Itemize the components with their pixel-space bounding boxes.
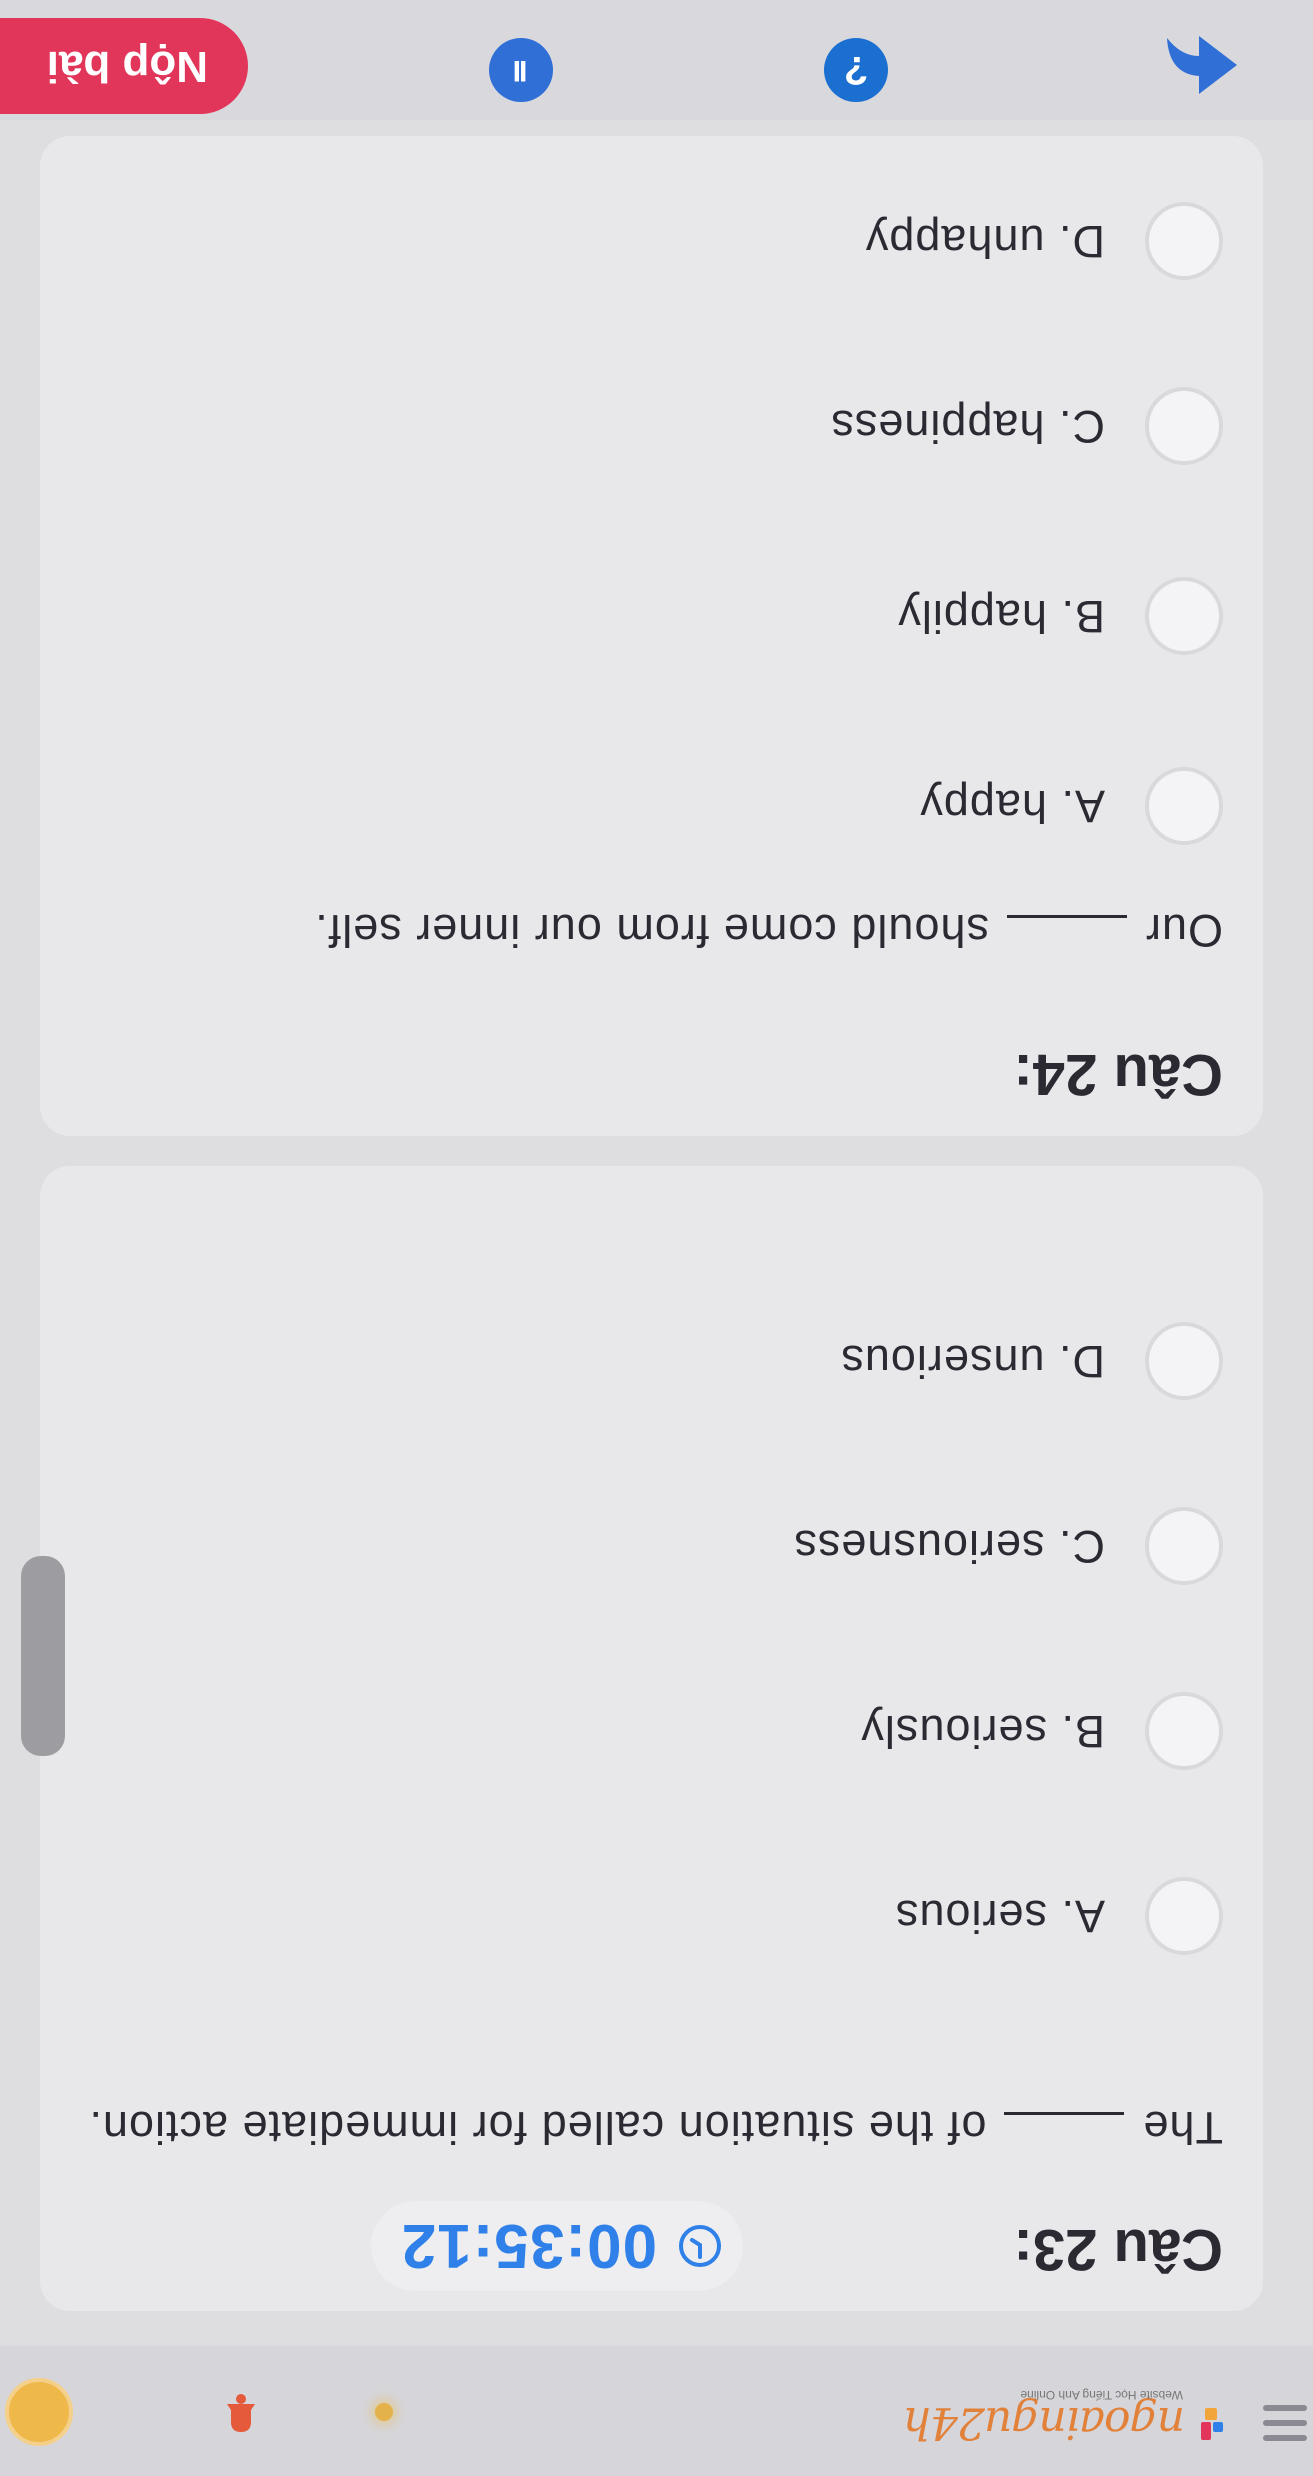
option-label: A. happy xyxy=(919,781,1105,832)
question-text-after: should come from our inner self. xyxy=(314,905,989,956)
option-d[interactable]: D. unserious xyxy=(840,1321,1223,1401)
timer: 00:35:12 xyxy=(370,2201,743,2291)
option-c[interactable]: C. seriousness xyxy=(793,1506,1223,1586)
bottom-toolbar: ? II Nộp bài xyxy=(0,0,1313,120)
hamburger-icon[interactable] xyxy=(1263,2397,1307,2441)
radio-button[interactable] xyxy=(1145,1507,1223,1585)
question-title: Câu 23: xyxy=(1013,2217,1223,2282)
option-label: D. unhappy xyxy=(864,216,1105,267)
radio-button[interactable] xyxy=(1145,202,1223,280)
option-a[interactable]: A. happy xyxy=(919,766,1223,846)
bell-icon[interactable] xyxy=(221,2392,261,2438)
answer-blank xyxy=(1004,2112,1125,2145)
option-label: C. seriousness xyxy=(793,1521,1105,1572)
scrollbar-thumb[interactable] xyxy=(21,1556,65,1756)
question-text-before: Our xyxy=(1144,905,1223,956)
option-label: C. happiness xyxy=(830,401,1105,452)
option-b[interactable]: B. happily xyxy=(897,576,1223,656)
radio-button[interactable] xyxy=(1145,1322,1223,1400)
back-arrow-icon[interactable] xyxy=(1163,30,1243,100)
question-text-after: of the situation called for immediate ac… xyxy=(88,2102,987,2153)
radio-button[interactable] xyxy=(1145,1877,1223,1955)
help-button[interactable]: ? xyxy=(824,38,888,102)
option-label: B. happily xyxy=(897,591,1105,642)
radio-button[interactable] xyxy=(1145,577,1223,655)
sun-dot xyxy=(375,2403,393,2421)
timer-value: 00:35:12 xyxy=(400,2211,657,2281)
clock-icon xyxy=(679,2225,721,2267)
radio-button[interactable] xyxy=(1145,1692,1223,1770)
logo-subtitle: Website Học Tiếng Anh Online xyxy=(1020,2388,1183,2402)
question-text: The of the situation called for immediate… xyxy=(63,2091,1223,2163)
question-card-24: Câu 24: Our should come from our inner se… xyxy=(40,136,1263,1136)
logo-mark-icon xyxy=(1195,2400,1223,2440)
quiz-screen: ngoaingu24h Website Học Tiếng Anh Online… xyxy=(0,0,1313,2476)
radio-button[interactable] xyxy=(1145,387,1223,465)
option-d[interactable]: D. unhappy xyxy=(865,201,1223,281)
option-c[interactable]: C. happiness xyxy=(830,386,1223,466)
logo[interactable]: ngoaingu24h Website Học Tiếng Anh Online xyxy=(904,2388,1223,2448)
pause-button[interactable]: II xyxy=(489,38,553,102)
submit-button[interactable]: Nộp bài xyxy=(0,18,248,114)
top-bar: ngoaingu24h Website Học Tiếng Anh Online xyxy=(0,2346,1313,2476)
question-title: Câu 24: xyxy=(1013,1042,1223,1107)
radio-button[interactable] xyxy=(1145,767,1223,845)
logo-text: ngoaingu24h xyxy=(903,2397,1185,2448)
question-text: Our should come from our inner self. xyxy=(63,894,1223,966)
question-card-23: Câu 23: 00:35:12 The of the situation cal… xyxy=(40,1166,1263,2311)
avatar[interactable] xyxy=(5,2378,73,2446)
option-b[interactable]: B. seriously xyxy=(860,1691,1223,1771)
option-a[interactable]: A. serious xyxy=(895,1876,1223,1956)
option-label: A. serious xyxy=(894,1891,1105,1942)
answer-blank xyxy=(1006,915,1127,948)
question-text-before: The xyxy=(1142,2102,1223,2153)
option-label: D. unserious xyxy=(840,1336,1105,1387)
option-label: B. seriously xyxy=(860,1706,1105,1757)
